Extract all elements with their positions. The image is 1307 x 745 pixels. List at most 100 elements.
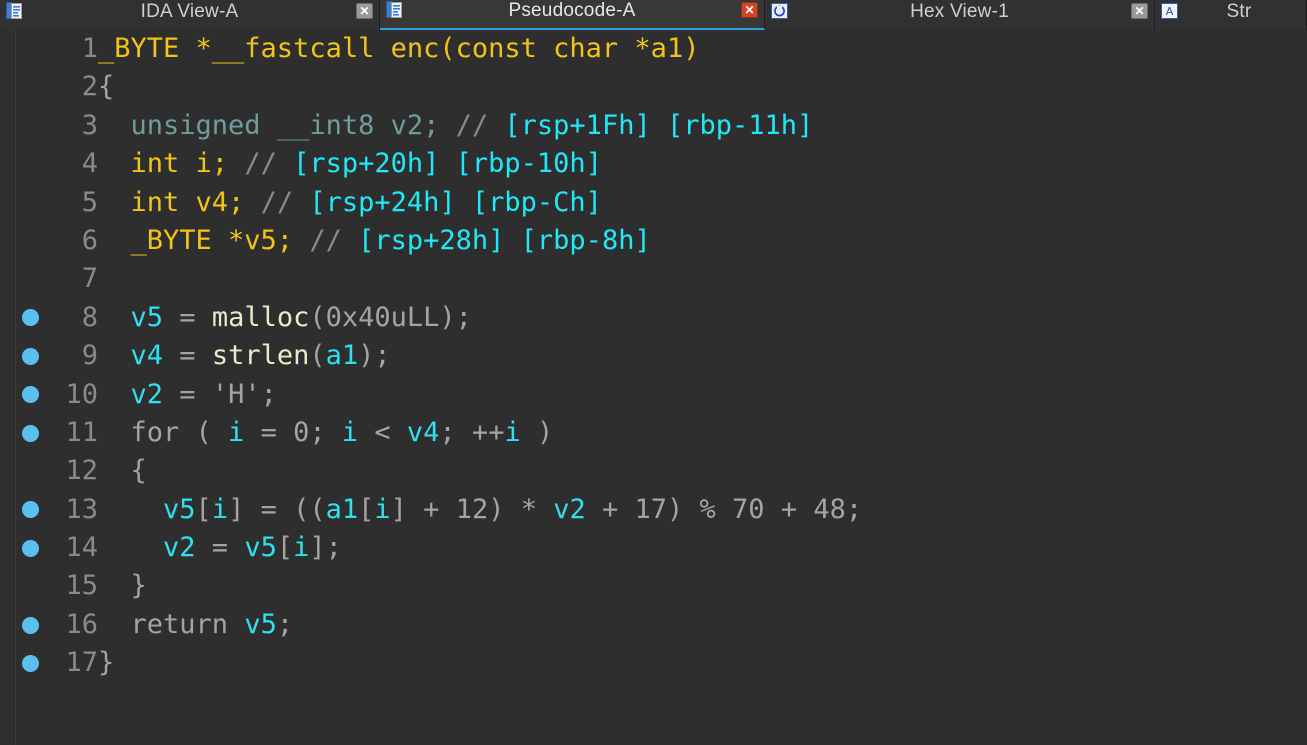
breakpoint-gutter-cell[interactable] bbox=[15, 463, 46, 480]
code-token: i bbox=[504, 416, 521, 448]
line-source[interactable]: v4 = strlen(a1); bbox=[98, 337, 1307, 375]
breakpoint-gutter-cell[interactable] bbox=[15, 539, 46, 557]
line-number: 9 bbox=[81, 340, 98, 372]
breakpoint-gutter-cell[interactable] bbox=[15, 654, 46, 672]
code-token: a1 bbox=[325, 493, 359, 525]
breakpoint-icon[interactable] bbox=[22, 539, 39, 557]
breakpoint-icon[interactable] bbox=[22, 616, 39, 634]
line-source[interactable]: int v4; // [rsp+24h] [rbp-Ch] bbox=[98, 184, 1307, 222]
breakpoint-icon[interactable] bbox=[22, 501, 39, 519]
line-source[interactable]: _BYTE *v5; // [rsp+28h] [rbp-8h] bbox=[98, 222, 1307, 260]
breakpoint-gutter-cell[interactable] bbox=[15, 79, 46, 96]
line-number: 8 bbox=[81, 301, 98, 333]
line-source[interactable]: v5[i] = ((a1[i] + 12) * v2 + 17) % 70 + … bbox=[98, 491, 1307, 529]
breakpoint-gutter-cell[interactable] bbox=[15, 501, 46, 519]
code-line[interactable]: 12 { bbox=[15, 452, 1307, 490]
breakpoint-gutter-cell[interactable] bbox=[15, 309, 46, 327]
breakpoint-gutter-cell[interactable] bbox=[15, 578, 46, 595]
breakpoint-icon[interactable] bbox=[22, 386, 39, 404]
code-line[interactable]: 4 int i; // [rsp+20h] [rbp-10h] bbox=[15, 145, 1307, 183]
breakpoint-empty bbox=[22, 194, 39, 211]
code-token: } bbox=[98, 647, 115, 679]
line-number: 3 bbox=[81, 109, 98, 141]
line-number: 7 bbox=[81, 263, 98, 295]
code-line[interactable]: 2{ bbox=[15, 68, 1307, 106]
code-line[interactable]: 10 v2 = 'H'; bbox=[15, 376, 1307, 414]
code-line[interactable]: 14 v2 = v5[i]; bbox=[15, 529, 1307, 567]
tab-ida-view-a[interactable]: IDA View-A ✕ bbox=[0, 0, 380, 30]
code-token: ] = (( bbox=[228, 493, 326, 525]
breakpoint-gutter-cell[interactable] bbox=[15, 41, 46, 58]
code-line[interactable]: 5 int v4; // [rsp+24h] [rbp-Ch] bbox=[15, 184, 1307, 222]
code-token: (0x40uLL); bbox=[309, 301, 472, 333]
code-token: strlen bbox=[211, 340, 310, 372]
line-source[interactable]: for ( i = 0; i < v4; ++i ) bbox=[98, 414, 1307, 452]
hex-icon bbox=[771, 2, 788, 20]
tab-pseudocode-a[interactable]: Pseudocode-A ✕ bbox=[380, 0, 765, 30]
line-source[interactable]: v2 = 'H'; bbox=[98, 376, 1307, 414]
breakpoint-icon[interactable] bbox=[22, 347, 39, 365]
code-token: = bbox=[163, 301, 212, 333]
code-token: ; bbox=[260, 378, 277, 410]
breakpoint-icon[interactable] bbox=[22, 424, 39, 442]
code-token: < bbox=[358, 416, 407, 448]
breakpoint-empty bbox=[22, 271, 39, 288]
pseudocode-pane[interactable]: 1 _BYTE *__fastcall enc(const char *a1) 2{… bbox=[0, 30, 1307, 745]
code-line[interactable]: 3 unsigned __int8 v2; // [rsp+1Fh] [rbp-… bbox=[15, 107, 1307, 145]
code-token: = bbox=[163, 378, 212, 410]
breakpoint-empty bbox=[22, 156, 39, 173]
code-line[interactable]: 15 } bbox=[15, 567, 1307, 605]
line-source[interactable]: v5 = malloc(0x40uLL); bbox=[98, 299, 1307, 337]
code-listing[interactable]: 1 _BYTE *__fastcall enc(const char *a1) 2{… bbox=[15, 30, 1307, 745]
line-number: 2 bbox=[81, 71, 98, 103]
line-source[interactable]: int i; // [rsp+20h] [rbp-10h] bbox=[98, 145, 1307, 183]
line-source[interactable]: _BYTE *__fastcall enc(const char *a1) bbox=[98, 30, 1307, 68]
line-source[interactable]: } bbox=[98, 644, 1307, 682]
breakpoint-gutter-cell[interactable] bbox=[15, 117, 46, 134]
code-line[interactable]: 8 v5 = malloc(0x40uLL); bbox=[15, 299, 1307, 337]
code-token: { bbox=[98, 71, 115, 103]
breakpoint-gutter-cell[interactable] bbox=[15, 347, 46, 365]
code-line[interactable]: 9 v4 = strlen(a1); bbox=[15, 337, 1307, 375]
line-source[interactable]: { bbox=[98, 452, 1307, 490]
breakpoint-icon[interactable] bbox=[22, 654, 39, 672]
code-token: int v4; bbox=[98, 186, 261, 218]
breakpoint-gutter-cell[interactable] bbox=[15, 194, 46, 211]
tab-label: Hex View-1 bbox=[910, 1, 1009, 22]
line-source[interactable]: return v5; bbox=[98, 606, 1307, 644]
breakpoint-gutter-cell[interactable] bbox=[15, 424, 46, 442]
tab-close-icon[interactable]: ✕ bbox=[1131, 3, 1148, 19]
line-number: 13 bbox=[65, 493, 98, 525]
breakpoint-gutter-cell[interactable] bbox=[15, 233, 46, 250]
code-token: v4 bbox=[406, 416, 440, 448]
code-line[interactable]: 17} bbox=[15, 644, 1307, 682]
code-line[interactable]: 6 _BYTE *v5; // [rsp+28h] [rbp-8h] bbox=[15, 222, 1307, 260]
code-token: [rsp+24h] [rbp-Ch] bbox=[309, 186, 602, 218]
code-token: v2 bbox=[553, 493, 586, 525]
breakpoint-gutter-cell[interactable] bbox=[15, 156, 46, 173]
breakpoint-gutter-cell[interactable] bbox=[15, 616, 46, 634]
code-line[interactable]: 7 bbox=[15, 260, 1307, 298]
code-token: i bbox=[211, 493, 229, 525]
line-source[interactable]: } bbox=[98, 567, 1307, 605]
code-token: // bbox=[455, 109, 505, 141]
code-line[interactable]: 13 v5[i] = ((a1[i] + 12) * v2 + 17) % 70… bbox=[15, 491, 1307, 529]
code-token: v2 bbox=[163, 532, 196, 564]
breakpoint-gutter-cell[interactable] bbox=[15, 271, 46, 288]
tab-close-icon[interactable]: ✕ bbox=[356, 3, 373, 19]
tab-str[interactable]: A Str bbox=[1155, 0, 1307, 30]
code-line[interactable]: 11 for ( i = 0; i < v4; ++i ) bbox=[15, 414, 1307, 452]
line-source[interactable]: unsigned __int8 v2; // [rsp+1Fh] [rbp-11… bbox=[98, 107, 1307, 145]
code-token: // bbox=[309, 224, 359, 256]
breakpoint-gutter-cell[interactable] bbox=[15, 386, 46, 404]
breakpoint-icon[interactable] bbox=[22, 309, 39, 327]
tab-close-icon[interactable]: ✕ bbox=[741, 2, 758, 18]
line-source[interactable]: v2 = v5[i]; bbox=[98, 529, 1307, 567]
code-line[interactable]: 1 _BYTE *__fastcall enc(const char *a1) bbox=[15, 30, 1307, 68]
tab-hex-view-1[interactable]: Hex View-1 ✕ bbox=[765, 0, 1155, 30]
code-line[interactable]: 16 return v5; bbox=[15, 606, 1307, 644]
line-source[interactable]: { bbox=[98, 68, 1307, 106]
line-number: 1 bbox=[81, 33, 98, 64]
